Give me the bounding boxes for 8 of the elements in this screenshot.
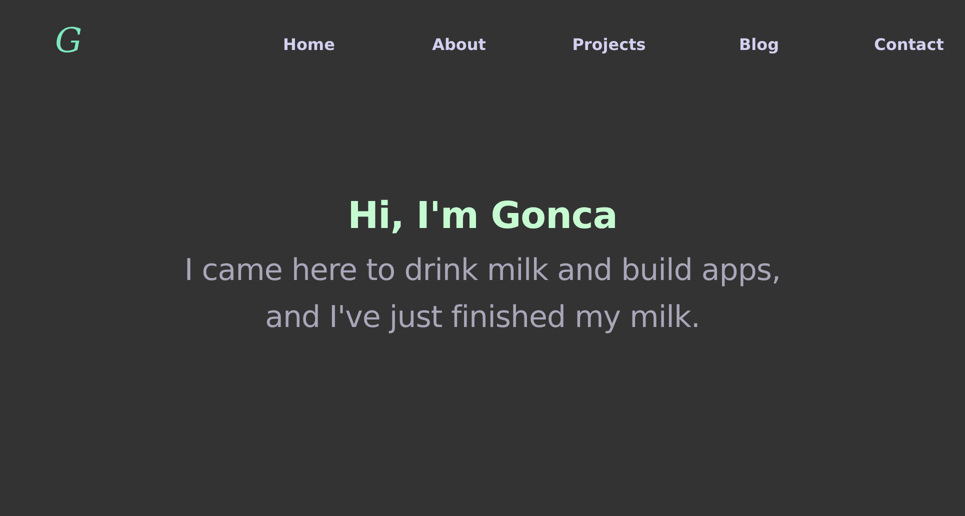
hero-title: Hi, I'm Gonca [348,194,618,237]
nav-link[interactable]: Blog [709,34,809,54]
nav-link[interactable]: About [409,34,509,54]
hero-subtitle: I came here to drink milk and build apps, and I've just finished my milk. [184,252,781,337]
nav-link[interactable]: Projects [559,34,659,54]
logo[interactable]: G [55,21,85,61]
nav-link[interactable]: Contact [859,34,959,54]
nav-link[interactable]: Home [259,34,359,54]
